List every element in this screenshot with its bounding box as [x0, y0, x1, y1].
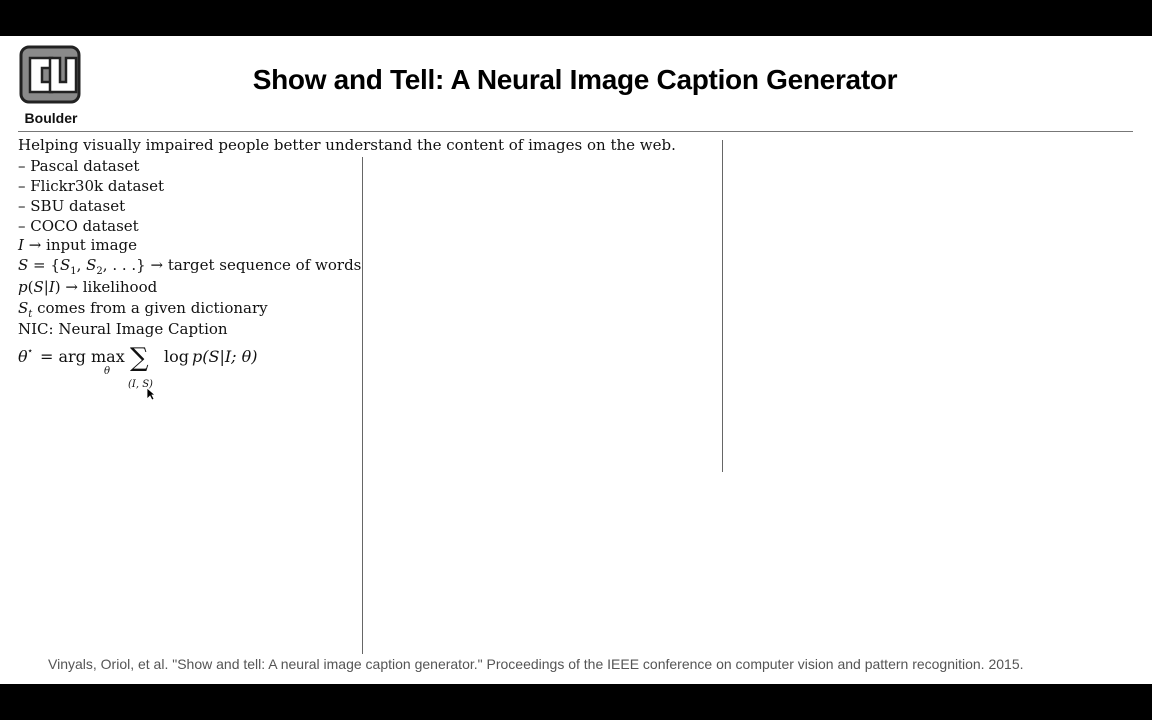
- math-p-s-given-i: p(S|I): [18, 278, 61, 296]
- math-i: I: [18, 236, 24, 254]
- svg-text:log: log: [164, 347, 189, 366]
- svg-text:p(S|I; θ): p(S|I; θ): [192, 347, 258, 366]
- math-s-set: S = {S1, S2, . . .}: [18, 256, 146, 277]
- slide: Boulder Show and Tell: A Neural Image Ca…: [0, 36, 1152, 684]
- svg-text:= arg max: = arg max: [40, 347, 125, 366]
- target-sequence-note: S = {S1, S2, . . .} → target sequence of…: [18, 256, 362, 277]
- nic-note: NIC: Neural Image Caption: [18, 320, 228, 338]
- mouse-pointer-icon: [146, 386, 157, 405]
- title-divider: [18, 131, 1133, 132]
- math-s-t: St: [18, 299, 33, 320]
- logo-text: Boulder: [24, 110, 78, 126]
- dictionary-note: St comes from a given dictionary: [18, 299, 268, 320]
- cu-boulder-logo: Boulder: [18, 44, 84, 126]
- input-image-note: I → input image: [18, 236, 138, 254]
- svg-text:∑: ∑: [130, 343, 149, 373]
- vertical-divider: [362, 157, 363, 654]
- slide-title: Show and Tell: A Neural Image Caption Ge…: [252, 64, 898, 95]
- dataset-item: – SBU dataset: [18, 197, 126, 215]
- vertical-divider: [722, 140, 723, 472]
- dataset-item: – COCO dataset: [18, 217, 139, 235]
- objective-equation: θ ⋆ = arg max θ ∑ (I, S) log p(S|I; θ): [18, 342, 358, 402]
- svg-text:⋆: ⋆: [27, 346, 33, 357]
- citation: Vinyals, Oriol, et al. "Show and tell: A…: [48, 656, 1024, 672]
- likelihood-note: p(S|I) → likelihood: [18, 278, 158, 296]
- intro-text: Helping visually impaired people better …: [18, 136, 676, 154]
- dataset-item: – Pascal dataset: [18, 157, 140, 175]
- svg-text:θ: θ: [104, 366, 110, 377]
- dataset-item: – Flickr30k dataset: [18, 177, 164, 195]
